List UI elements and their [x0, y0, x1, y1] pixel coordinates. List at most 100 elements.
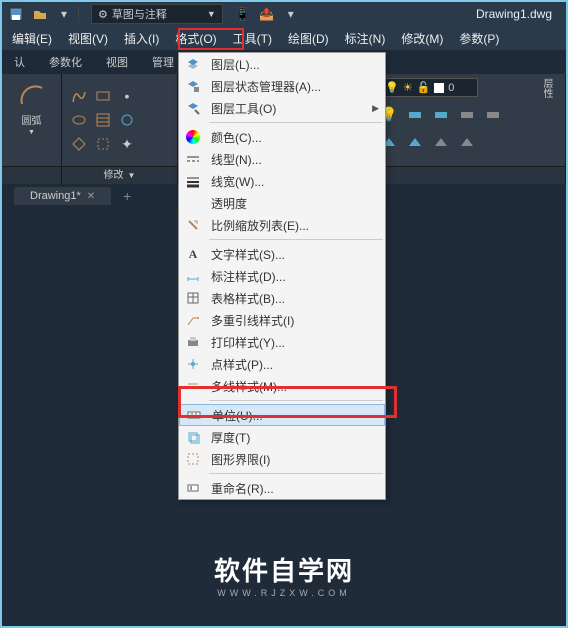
- menu-view[interactable]: 视图(V): [60, 27, 116, 50]
- ribbon-tab[interactable]: 参数化: [43, 52, 88, 72]
- workspace-dropdown[interactable]: ⚙ 草图与注释 ▼: [91, 4, 223, 24]
- layer-tool-icon[interactable]: [482, 103, 504, 125]
- menu-item-limits[interactable]: 图形界限(I): [179, 448, 385, 470]
- menu-item-label: 表格样式(B)...: [207, 290, 385, 307]
- menu-edit[interactable]: 编辑(E): [4, 27, 60, 50]
- menu-item-label: 点样式(P)...: [207, 356, 385, 373]
- dim-style-icon: [179, 269, 207, 283]
- point-icon[interactable]: ✦: [116, 133, 138, 155]
- menu-item-label: 单位(U)...: [208, 407, 384, 424]
- menu-item-layers-tools[interactable]: 图层工具(O)▶: [179, 97, 385, 119]
- arc-label: 圆弧: [22, 112, 42, 127]
- spline-icon[interactable]: [68, 85, 90, 107]
- bulb-icon: 💡: [385, 81, 399, 94]
- menu-separator: [209, 239, 383, 240]
- menu-item-mleader-style[interactable]: 多重引线样式(I): [179, 309, 385, 331]
- document-title: Drawing1.dwg: [476, 7, 552, 21]
- menu-separator: [209, 400, 383, 401]
- watermark-main: 软件自学网: [214, 551, 354, 588]
- chevron-down-icon: ▼: [28, 129, 35, 136]
- separator: [78, 6, 79, 22]
- chevron-down-icon: ▼: [207, 9, 216, 19]
- menu-item-label: 线型(N)...: [207, 151, 385, 168]
- layer-tool-icon[interactable]: [456, 131, 478, 153]
- menu-tools[interactable]: 工具(T): [225, 27, 280, 50]
- layer-tool-icon[interactable]: [430, 131, 452, 153]
- color-swatch: [434, 83, 444, 93]
- colorwheel-icon: [179, 130, 207, 144]
- menu-item-transparency[interactable]: 透明度: [179, 192, 385, 214]
- menu-item-label: 重命名(R)...: [207, 480, 385, 497]
- layer-tool-icon[interactable]: [404, 103, 426, 125]
- layer-tool-icon[interactable]: [456, 103, 478, 125]
- workspace-label: 草图与注释: [112, 6, 167, 22]
- dropdown-arrow-icon[interactable]: ▾: [281, 4, 301, 24]
- menu-item-layers-state[interactable]: 图层状态管理器(A)...: [179, 75, 385, 97]
- thickness-icon: [179, 430, 207, 444]
- menu-item-label: 图层状态管理器(A)...: [207, 78, 385, 95]
- ribbon-tab[interactable]: 认: [8, 52, 31, 72]
- menu-item-dim-style[interactable]: 标注样式(D)...: [179, 265, 385, 287]
- text-style-icon: A: [179, 247, 207, 262]
- menu-insert[interactable]: 插入(I): [116, 27, 167, 50]
- dot-icon[interactable]: •: [116, 85, 138, 107]
- menu-item-plot-style[interactable]: 打印样式(Y)...: [179, 331, 385, 353]
- menu-bar: 编辑(E) 视图(V) 插入(I) 格式(O) 工具(T) 绘图(D) 标注(N…: [2, 26, 566, 50]
- menu-item-units[interactable]: 0.0单位(U)...: [179, 404, 385, 426]
- menu-draw[interactable]: 绘图(D): [280, 27, 337, 50]
- menu-item-label: 透明度: [207, 195, 385, 212]
- menu-item-label: 比例缩放列表(E)...: [207, 217, 385, 234]
- menu-item-label: 多线样式(M)...: [207, 378, 385, 395]
- format-dropdown-menu: 图层(L)... 图层状态管理器(A)... 图层工具(O)▶ 颜色(C)... 线型(…: [178, 52, 386, 500]
- hatch-icon[interactable]: [92, 109, 114, 131]
- share-icon[interactable]: 📤: [257, 4, 277, 24]
- dropdown-arrow-icon[interactable]: ▾: [54, 4, 74, 24]
- document-tab[interactable]: Drawing1* ✕: [14, 187, 111, 205]
- menu-item-point-style[interactable]: 点样式(P)...: [179, 353, 385, 375]
- menu-item-label: 图层(L)...: [207, 56, 385, 73]
- polygon-icon[interactable]: [68, 133, 90, 155]
- arc-tool[interactable]: 圆弧 ▼: [16, 78, 48, 136]
- layers-icon: [179, 57, 207, 71]
- ribbon-panel-draw: 圆弧 ▼: [2, 74, 62, 184]
- menu-modify[interactable]: 修改(M): [393, 27, 451, 50]
- layer-dropdown[interactable]: 💡 ☀ 🔓 0: [378, 78, 478, 97]
- close-icon[interactable]: ✕: [87, 191, 95, 202]
- open-icon[interactable]: [30, 4, 50, 24]
- new-tab-button[interactable]: +: [123, 188, 131, 204]
- ribbon-tab[interactable]: 视图: [100, 52, 134, 72]
- title-bar: ▾ ⚙ 草图与注释 ▼ 📱 📤 ▾ Drawing1.dwg: [2, 2, 566, 26]
- menu-item-mline-style[interactable]: 多线样式(M)...: [179, 375, 385, 397]
- menu-item-text-style[interactable]: A文字样式(S)...: [179, 243, 385, 265]
- region-icon[interactable]: [116, 109, 138, 131]
- menu-item-linetype[interactable]: 线型(N)...: [179, 148, 385, 170]
- linetype-icon: [179, 152, 207, 166]
- revision-icon[interactable]: [92, 133, 114, 155]
- menu-item-thickness[interactable]: 厚度(T): [179, 426, 385, 448]
- menu-item-label: 多重引线样式(I): [207, 312, 385, 329]
- menu-item-rename[interactable]: 重命名(R)...: [179, 477, 385, 499]
- menu-format[interactable]: 格式(O): [167, 27, 224, 50]
- ellipse-icon[interactable]: [68, 109, 90, 131]
- menu-item-colorwheel[interactable]: 颜色(C)...: [179, 126, 385, 148]
- layer-tool-icon[interactable]: [404, 131, 426, 153]
- menu-item-scale-list[interactable]: 比例缩放列表(E)...: [179, 214, 385, 236]
- menu-item-lineweight[interactable]: 线宽(W)...: [179, 170, 385, 192]
- rect-icon[interactable]: [92, 85, 114, 107]
- lineweight-icon: [179, 174, 207, 188]
- layer-tool-icon[interactable]: [430, 103, 452, 125]
- mleader-style-icon: [179, 313, 207, 327]
- ribbon-tab[interactable]: 管理: [146, 52, 180, 72]
- menu-dimension[interactable]: 标注(N): [337, 27, 394, 50]
- menu-item-layers[interactable]: 图层(L)...: [179, 53, 385, 75]
- menu-item-label: 线宽(W)...: [207, 173, 385, 190]
- sun-icon: ☀: [403, 81, 413, 94]
- menu-parametric[interactable]: 参数(P): [451, 27, 507, 50]
- layer-name: 0: [448, 82, 454, 94]
- save-icon[interactable]: [6, 4, 26, 24]
- document-tab-label: Drawing1*: [30, 190, 81, 202]
- menu-item-table-style[interactable]: 表格样式(B)...: [179, 287, 385, 309]
- layers-tools-icon: [179, 101, 207, 115]
- scale-list-icon: [179, 218, 207, 232]
- phone-icon[interactable]: 📱: [233, 4, 253, 24]
